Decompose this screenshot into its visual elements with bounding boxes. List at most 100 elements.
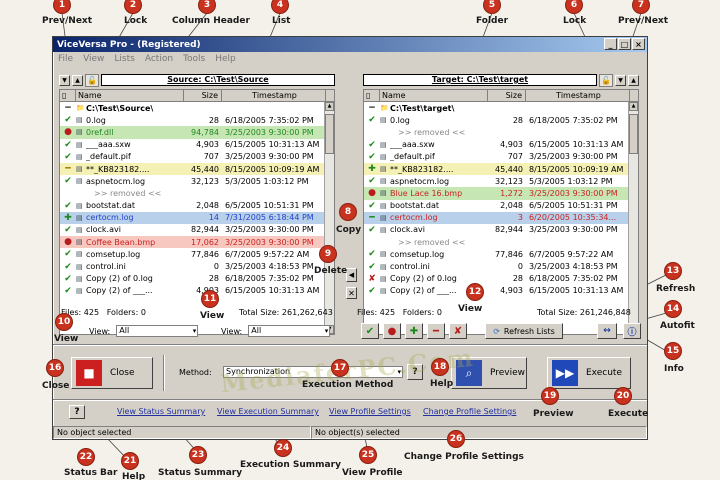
target-view-select[interactable]: All xyxy=(248,325,331,337)
file-row[interactable]: ✚ ▤ **_KB823182.... 45,440 8/15/2005 10:09:1… xyxy=(364,162,638,176)
file-row[interactable]: ━ ▤ certocm.log 3 6/20/2005 10:35:34... xyxy=(364,211,638,224)
column-size[interactable]: Size xyxy=(184,90,222,101)
file-row[interactable]: ✔ ▤ _default.pif 707 3/25/2003 9:30:00 PM xyxy=(364,151,638,163)
column-timestamp[interactable]: Timestamp xyxy=(222,90,326,101)
next-icon[interactable]: ▲ xyxy=(72,74,83,86)
file-row[interactable]: ━ ▤ **_KB823182.... 45,440 8/15/2005 10:09:1… xyxy=(60,162,334,176)
check-icon[interactable]: ✔ xyxy=(361,323,379,339)
target-path[interactable]: Target: C:\Test\target xyxy=(363,74,597,86)
scroll-thumb[interactable] xyxy=(325,114,334,154)
file-row[interactable]: ✔▤Copy (2) of ___...4,9036/15/2005 10:31… xyxy=(60,285,334,297)
file-icon: ▤ xyxy=(76,274,83,283)
minimize-icon[interactable]: _ xyxy=(604,38,617,50)
file-row[interactable]: ✔ ▤ 0.log 28 6/18/2005 7:35:02 PM xyxy=(364,114,638,126)
dot-icon[interactable]: ● xyxy=(383,323,401,339)
lock-icon[interactable]: 🔓 xyxy=(599,73,613,87)
delete-icon[interactable]: ✕ xyxy=(346,287,357,299)
source-scrollbar[interactable]: ▲ ▼ xyxy=(324,102,334,334)
plus-icon[interactable]: ✚ xyxy=(405,323,423,339)
copy-icon[interactable]: ◀ xyxy=(346,268,357,282)
file-icon: ▤ xyxy=(380,250,387,259)
collapse-icon[interactable]: − xyxy=(364,103,380,113)
file-name: clock.avi xyxy=(86,225,121,235)
menu-lists[interactable]: Lists xyxy=(114,54,134,64)
column-name[interactable]: Name xyxy=(76,90,184,101)
file-row[interactable]: ✔ ▤ control.ini 0 3/25/2003 4:18:53 PM xyxy=(60,260,334,272)
file-timestamp: 3/25/2003 4:18:53 PM xyxy=(529,262,618,272)
file-timestamp: 5/3/2005 1:03:12 PM xyxy=(225,176,309,186)
column-size[interactable]: Size xyxy=(488,90,526,101)
file-size: 4,903 xyxy=(500,286,523,296)
source-view-select[interactable]: All xyxy=(116,325,199,337)
file-row[interactable]: ✔ ▤ 0.log 28 6/18/2005 7:35:02 PM xyxy=(60,114,334,126)
target-list[interactable]: ▯ Name Size Timestamp − 📁 C:\Test\target… xyxy=(363,89,639,335)
menu-view[interactable]: View xyxy=(83,54,104,64)
file-row[interactable]: ✔ ▤ _default.pif 707 3/25/2003 9:30:00 PM xyxy=(60,151,334,163)
title-bar[interactable]: ViceVersa Pro - (Registered) _ □ × xyxy=(53,37,647,52)
view-execution-summary-link[interactable]: View Execution Summary xyxy=(217,407,319,416)
callout-23-label: Status Summary xyxy=(158,468,243,478)
prev-icon[interactable]: ▼ xyxy=(615,74,626,86)
file-row[interactable]: ✔ ▤ aspnetocm.log 32,123 5/3/2005 1:03:12 PM xyxy=(364,175,638,187)
view-status-summary-link[interactable]: View Status Summary xyxy=(117,407,205,416)
next-icon[interactable]: ▲ xyxy=(628,74,639,86)
scroll-up-icon[interactable]: ▲ xyxy=(325,102,334,111)
file-row[interactable]: ✔ ▤ ___aaa.sxw 4,903 6/15/2005 10:31:13 AM xyxy=(364,139,638,151)
target-scrollbar[interactable]: ▲ ▼ xyxy=(628,102,638,334)
execute-button[interactable]: ▶▶ Execute xyxy=(547,357,631,389)
file-row[interactable]: ✚ ▤ certocm.log 14 7/31/2005 6:18:44 PM xyxy=(60,211,334,224)
file-row[interactable]: ✔ ▤ bootstat.dat 2,048 6/5/2005 10:51:31 PM xyxy=(60,200,334,212)
file-row[interactable]: ✔ ▤ clock.avi 82,944 3/25/2003 9:30:00 PM xyxy=(364,224,638,236)
menu-action[interactable]: Action xyxy=(145,54,173,64)
removed-row[interactable]: >> removed << xyxy=(60,187,334,199)
x-icon[interactable]: ✘ xyxy=(449,323,467,339)
callout-21-badge: 21 xyxy=(121,452,139,470)
file-row[interactable]: ● ▤ Coffee Bean.bmp 17,062 3/25/2003 9:30:00… xyxy=(60,236,334,249)
scroll-thumb[interactable] xyxy=(629,114,638,154)
source-list[interactable]: ▯ Name Size Timestamp − 📁 C:\Test\Source… xyxy=(59,89,335,335)
file-row[interactable]: ✔ ▤ clock.avi 82,944 3/25/2003 9:30:00 PM xyxy=(60,224,334,236)
file-row[interactable]: ✔ ▤ bootstat.dat 2,048 6/5/2005 10:51:31 PM xyxy=(364,200,638,212)
file-row[interactable]: ✔ ▤ ___aaa.sxw 4,903 6/15/2005 10:31:13 AM xyxy=(60,139,334,151)
minus-icon[interactable]: ━ xyxy=(427,323,445,339)
file-row[interactable]: ✔ ▤ comsetup.log 77,846 6/7/2005 9:57:22 AM xyxy=(364,248,638,260)
file-row[interactable]: ✔ ▤ Copy (2) of 0.log 28 6/18/2005 7:35:02 P… xyxy=(60,273,334,285)
file-timestamp: 3/25/2003 4:18:53 PM xyxy=(225,262,314,272)
column-timestamp[interactable]: Timestamp xyxy=(526,90,630,101)
file-row[interactable]: ● ▤ 0ref.dll 94,784 3/25/2003 9:30:00 PM xyxy=(60,126,334,139)
file-row[interactable]: ✘ ▤ Copy (2) of 0.log 28 6/18/2005 7:35:02 P… xyxy=(364,273,638,285)
lock-icon[interactable]: 🔓 xyxy=(85,73,99,87)
callout-14-badge: 14 xyxy=(664,300,682,318)
maximize-icon[interactable]: □ xyxy=(618,38,631,50)
close-button[interactable]: ■ Close xyxy=(71,357,153,389)
collapse-icon[interactable]: − xyxy=(60,103,76,113)
file-row[interactable]: ✔ ▤ aspnetocm.log 32,123 5/3/2005 1:03:12 PM xyxy=(60,175,334,187)
change-profile-settings-link[interactable]: Change Profile Settings xyxy=(423,407,516,416)
source-path[interactable]: Source: C:\Test\Source xyxy=(101,74,335,86)
prev-icon[interactable]: ▼ xyxy=(59,74,70,86)
removed-row[interactable]: >> removed << xyxy=(364,236,638,248)
file-icon: ▤ xyxy=(380,274,387,283)
removed-row[interactable]: >> removed << xyxy=(364,126,638,138)
folder-row[interactable]: − 📁 C:\Test\Source\ xyxy=(60,102,334,114)
info-icon[interactable]: ⓘ xyxy=(623,323,641,339)
file-row[interactable]: ✔ ▤ comsetup.log 77,846 6/7/2005 9:57:22 AM xyxy=(60,248,334,260)
menu-help[interactable]: Help xyxy=(215,54,236,64)
scroll-up-icon[interactable]: ▲ xyxy=(629,102,638,111)
autofit-icon[interactable]: ↔ xyxy=(597,323,617,339)
callout-19-badge: 19 xyxy=(541,387,559,405)
header-doc-icon[interactable]: ▯ xyxy=(364,90,380,101)
column-name[interactable]: Name xyxy=(380,90,488,101)
help-icon[interactable]: ? xyxy=(69,405,85,419)
file-row[interactable]: ✔▤Copy (2) of ___...4,9036/15/2005 10:31… xyxy=(364,285,638,297)
menu-tools[interactable]: Tools xyxy=(183,54,205,64)
file-row[interactable]: ✔ ▤ control.ini 0 3/25/2003 4:18:53 PM xyxy=(364,260,638,272)
source-counts: Files: 425 Folders: 0 xyxy=(61,308,146,317)
folder-row[interactable]: − 📁 C:\Test\target\ xyxy=(364,102,638,114)
refresh-lists-button[interactable]: ⟳ Refresh Lists xyxy=(485,323,563,339)
file-row[interactable]: ● ▤ Blue Lace 16.bmp 1,272 3/25/2003 9:30:00… xyxy=(364,187,638,200)
header-doc-icon[interactable]: ▯ xyxy=(60,90,76,101)
close-icon[interactable]: × xyxy=(632,38,645,50)
view-profile-settings-link[interactable]: View Profile Settings xyxy=(329,407,411,416)
menu-file[interactable]: File xyxy=(58,54,73,64)
